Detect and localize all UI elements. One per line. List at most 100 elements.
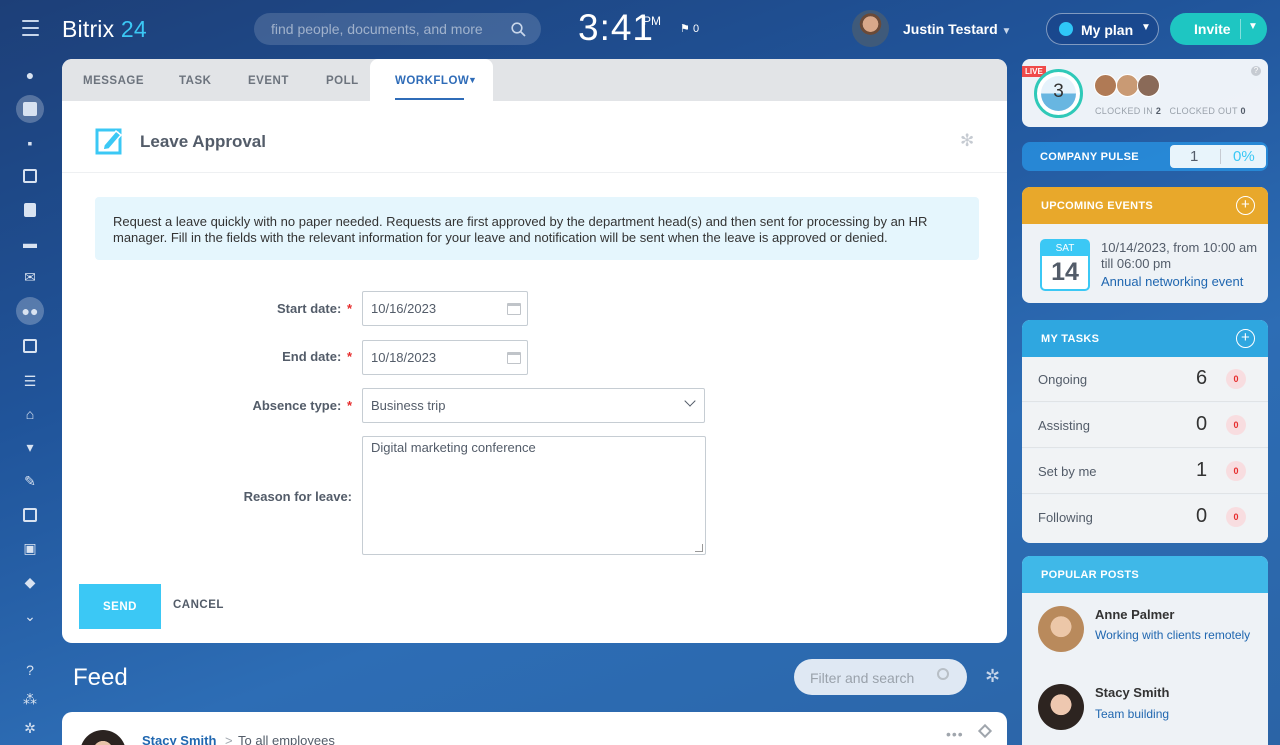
groups-icon[interactable]: ●●	[16, 297, 44, 325]
tab-message[interactable]: MESSAGE	[83, 75, 144, 87]
event-date: 14	[1051, 258, 1079, 286]
docs-icon[interactable]	[16, 196, 44, 224]
store-icon[interactable]: ⌂	[16, 400, 44, 428]
add-task-icon[interactable]: +	[1236, 329, 1255, 348]
pin-icon[interactable]	[977, 723, 993, 739]
feed-post: Stacy Smith > To all employees •••	[62, 712, 1007, 745]
user-name: Justin Testard	[903, 21, 998, 37]
chevron-down-icon[interactable]: ▼	[1248, 21, 1258, 32]
info-box: Request a leave quickly with no paper ne…	[95, 197, 979, 260]
crm-icon[interactable]: ☰	[16, 367, 44, 395]
company-pulse-widget[interactable]: COMPANY PULSE 1 0%	[1022, 142, 1268, 171]
dashboard-icon[interactable]: ●	[16, 61, 44, 89]
send-button[interactable]: SEND	[79, 584, 161, 629]
pulse-values: 1 0%	[1170, 145, 1266, 168]
more-icon[interactable]: •••	[946, 726, 964, 742]
start-date-label: Start date: *	[277, 301, 352, 316]
time-management-widget[interactable]: LIVE 3 CLOCKED IN 2 CLOCKED OUT 0 ?	[1022, 59, 1268, 127]
post-author[interactable]: Stacy Smith	[142, 733, 216, 745]
help-icon[interactable]: ?	[16, 656, 44, 684]
menu-icon[interactable]	[22, 20, 39, 36]
contacts-icon[interactable]	[16, 501, 44, 529]
box-icon[interactable]: ◆	[16, 568, 44, 596]
tab-task[interactable]: TASK	[179, 75, 211, 87]
gear-icon[interactable]: ✻	[960, 131, 974, 151]
more-icon[interactable]: ⌄	[16, 602, 44, 630]
tab-workflow[interactable]: WORKFLOW ▼	[370, 59, 493, 101]
task-row-following[interactable]: Following 0 0	[1022, 495, 1268, 540]
clocked-count: 3	[1053, 81, 1064, 102]
tab-workflow-label: WORKFLOW	[395, 75, 470, 87]
upcoming-events-widget: UPCOMING EVENTS + SAT 14 10/14/2023, from …	[1022, 187, 1268, 303]
absence-type-label: Absence type: *	[252, 398, 352, 413]
drive-icon[interactable]: ▬	[16, 229, 44, 257]
chat-icon[interactable]: ▪	[16, 129, 44, 157]
tasks-header: MY TASKS +	[1022, 320, 1268, 357]
posts-header: POPULAR POSTS	[1022, 556, 1268, 593]
absence-type-value: Business trip	[371, 398, 446, 413]
tab-event[interactable]: EVENT	[248, 75, 289, 87]
search-icon[interactable]	[937, 668, 949, 680]
my-plan-label: My plan	[1081, 22, 1134, 38]
avatar[interactable]	[1038, 684, 1084, 730]
edit-document-icon	[95, 128, 123, 155]
feed-icon[interactable]	[16, 95, 44, 123]
post-composer: MESSAGE TASK EVENT POLL WORKFLOW ▼ Leave …	[62, 59, 1007, 643]
avatar[interactable]	[1137, 74, 1160, 97]
calendar-icon[interactable]	[16, 162, 44, 190]
filter-search-box[interactable]: Filter and search	[794, 659, 967, 695]
gear-icon[interactable]: ✲	[985, 666, 1000, 687]
tab-poll[interactable]: POLL	[326, 75, 359, 87]
post-link[interactable]: Team building	[1095, 706, 1255, 722]
mail-icon[interactable]: ✉	[16, 263, 44, 291]
events-title: UPCOMING EVENTS	[1041, 200, 1154, 212]
post-link[interactable]: Working with clients remotely	[1095, 627, 1255, 643]
chevron-down-icon: ▼	[1141, 22, 1151, 33]
my-plan-button[interactable]: My plan ▼	[1046, 13, 1159, 45]
settings-icon[interactable]: ✲	[16, 714, 44, 742]
divider	[62, 172, 1007, 173]
briefcase-icon	[1059, 22, 1073, 36]
search-box[interactable]	[254, 13, 541, 45]
feed-title: Feed	[73, 664, 128, 691]
cancel-button[interactable]: CANCEL	[173, 599, 224, 611]
task-row-set-by-me[interactable]: Set by me 1 0	[1022, 449, 1268, 494]
shop-icon[interactable]: ▾	[16, 433, 44, 461]
calendar-icon[interactable]	[507, 303, 521, 315]
help-icon[interactable]: ?	[1251, 66, 1261, 76]
resize-handle[interactable]	[695, 544, 703, 552]
reason-label: Reason for leave:	[243, 489, 352, 504]
invite-button[interactable]: Invite ▼	[1170, 13, 1267, 45]
task-row-assisting[interactable]: Assisting 0 0	[1022, 403, 1268, 448]
reason-textarea[interactable]: Digital marketing conference	[362, 436, 706, 555]
start-date-field[interactable]: 10/16/2023	[362, 291, 528, 326]
invite-label: Invite	[1194, 21, 1231, 37]
post-author: Anne Palmer	[1095, 607, 1175, 622]
user-menu[interactable]: Justin Testard ▼	[903, 21, 1011, 37]
robot-icon[interactable]: ▣	[16, 534, 44, 562]
counter-badge: 0	[1226, 369, 1246, 389]
sitemap-icon[interactable]: ⁂	[16, 685, 44, 713]
post-destination[interactable]: To all employees	[238, 733, 335, 745]
event-link[interactable]: Annual networking event	[1101, 274, 1243, 289]
flag-count: 0	[692, 23, 700, 35]
avatar[interactable]	[1094, 74, 1117, 97]
absence-type-select[interactable]: Business trip	[362, 388, 705, 423]
search-input[interactable]	[254, 13, 541, 45]
tasks-icon[interactable]	[16, 332, 44, 360]
sign-icon[interactable]: ✎	[16, 467, 44, 495]
tasks-title: MY TASKS	[1041, 333, 1100, 345]
logo[interactable]: Bitrix 24	[62, 16, 147, 43]
event-time: 10/14/2023, from 10:00 am till 06:00 pm	[1101, 240, 1258, 271]
pulse-value: 1	[1190, 148, 1199, 165]
avatar[interactable]	[1116, 74, 1139, 97]
flag-counter[interactable]: ⚑ 0	[680, 22, 699, 35]
end-date-field[interactable]: 10/18/2023	[362, 340, 528, 375]
user-avatar[interactable]	[852, 10, 889, 47]
add-event-icon[interactable]: +	[1236, 196, 1255, 215]
search-icon[interactable]	[511, 22, 526, 37]
calendar-icon[interactable]	[507, 352, 521, 364]
task-row-ongoing[interactable]: Ongoing 6 0	[1022, 357, 1268, 402]
avatar[interactable]	[1038, 606, 1084, 652]
post-author-avatar[interactable]	[80, 730, 126, 745]
